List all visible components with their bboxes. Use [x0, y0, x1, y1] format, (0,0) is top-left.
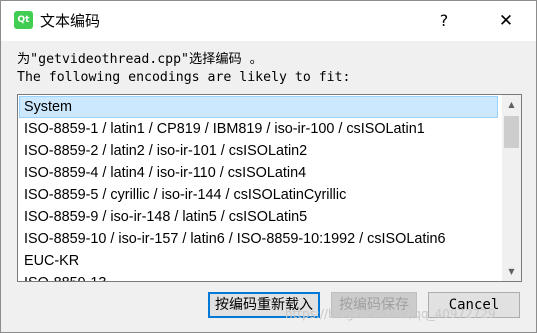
- encoding-prompt-message: 为"getvideothread.cpp"选择编码 。: [17, 52, 263, 67]
- encoding-list-item[interactable]: ISO-8859-10 / iso-ir-157 / latin6 / ISO-…: [19, 228, 498, 250]
- vertical-scrollbar[interactable]: ▲ ▼: [502, 95, 521, 281]
- scrollbar-thumb[interactable]: [504, 116, 519, 148]
- encoding-list-item[interactable]: System: [19, 96, 498, 118]
- encoding-list-item[interactable]: ISO-8859-2 / latin2 / iso-ir-101 / csISO…: [19, 140, 498, 162]
- encoding-list-item[interactable]: ISO-8859-9 / iso-ir-148 / latin5 / csISO…: [19, 206, 498, 228]
- title-bar[interactable]: Qt 文本编码 ? ✕: [1, 1, 536, 41]
- encoding-list-item[interactable]: ISO-8859-5 / cyrillic / iso-ir-144 / csI…: [19, 184, 498, 206]
- encoding-list-items: System ISO-8859-1 / latin1 / CP819 / IBM8…: [19, 96, 498, 281]
- encoding-list-item[interactable]: ISO-8859-1 / latin1 / CP819 / IBM819 / i…: [19, 118, 498, 140]
- close-icon: ✕: [498, 11, 514, 31]
- qt-app-icon: Qt: [14, 11, 33, 29]
- encoding-hint-message: The following encodings are likely to fi…: [17, 70, 351, 85]
- text-encoding-dialog: Qt 文本编码 ? ✕ 为"getvideothread.cpp"选择编码 。 …: [0, 0, 537, 333]
- scroll-down-arrow-icon[interactable]: ▼: [502, 262, 521, 281]
- encoding-list-item[interactable]: ISO-8859-4 / latin4 / iso-ir-110 / csISO…: [19, 162, 498, 184]
- window-title: 文本编码: [40, 12, 101, 30]
- encoding-list[interactable]: System ISO-8859-1 / latin1 / CP819 / IBM8…: [17, 94, 522, 282]
- encoding-list-item[interactable]: ISO-8859-13: [19, 272, 498, 281]
- blog-watermark: https://blog.csdn.net/qq_40972729: [285, 307, 496, 321]
- encoding-list-item[interactable]: EUC-KR: [19, 250, 498, 272]
- close-button[interactable]: ✕: [491, 7, 521, 35]
- help-button[interactable]: ?: [431, 7, 457, 35]
- scroll-up-arrow-icon[interactable]: ▲: [502, 95, 521, 114]
